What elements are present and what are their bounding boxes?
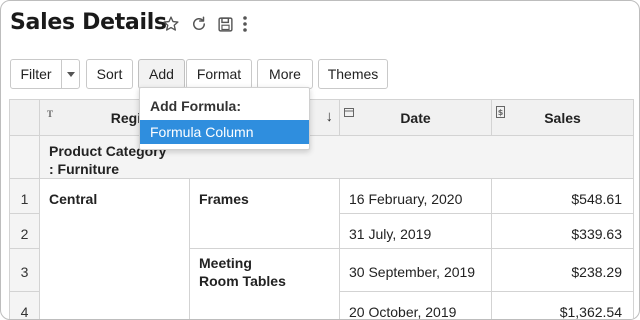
themes-button[interactable]: Themes — [318, 59, 388, 89]
date-cell: 31 July, 2019 — [349, 226, 432, 242]
svg-text:$: $ — [498, 108, 504, 117]
page-title: Sales Details — [10, 10, 167, 35]
product-cell: Frames — [199, 191, 249, 207]
date-cell: 16 February, 2020 — [349, 191, 463, 207]
star-icon[interactable] — [161, 14, 181, 34]
row-index: 2 — [20, 226, 29, 242]
data-table: T Region ↓ Date $ Sales Product Category… — [9, 99, 634, 320]
row-index: 1 — [20, 191, 29, 207]
sales-cell: $238.29 — [571, 264, 622, 280]
group-label-cell: Product Category : Furniture — [39, 135, 634, 179]
format-button[interactable]: Format — [186, 59, 252, 89]
sort-descending-icon[interactable]: ↓ — [326, 108, 334, 125]
date-cell: 20 October, 2019 — [349, 304, 457, 320]
app-window: Sales Details Filter Sort Add Format Mor… — [0, 0, 640, 320]
group-header-row: Product Category : Furniture — [9, 135, 634, 179]
add-formula-heading: Add Formula: — [150, 98, 241, 114]
text-type-icon: T — [47, 109, 54, 119]
formula-column-menu-item[interactable]: Formula Column — [140, 120, 309, 144]
row-index: 4 — [20, 304, 29, 320]
filter-dropdown-button[interactable] — [61, 59, 80, 89]
filter-button[interactable]: Filter — [10, 59, 62, 89]
sales-cell: $548.61 — [571, 191, 622, 207]
table-row[interactable]: 1 Central Frames 16 February, 2020 $548.… — [9, 178, 634, 319]
product-cell: Meeting Room Tables — [199, 255, 286, 289]
date-cell: 30 September, 2019 — [349, 264, 476, 280]
sort-button[interactable]: Sort — [86, 59, 133, 89]
caret-down-icon — [66, 71, 75, 77]
currency-type-icon: $ — [496, 106, 505, 120]
more-vertical-icon[interactable] — [239, 14, 251, 34]
region-cell: Central — [49, 191, 98, 207]
column-header-date[interactable]: Date — [339, 99, 492, 136]
sales-cell: $339.63 — [571, 226, 622, 242]
row-index — [9, 135, 40, 179]
add-button[interactable]: Add — [138, 59, 185, 89]
save-icon[interactable] — [215, 14, 235, 34]
row-index-header — [9, 99, 40, 136]
refresh-icon[interactable] — [189, 14, 209, 34]
sales-cell: $1,362.54 — [559, 304, 622, 320]
calendar-type-icon — [344, 107, 354, 119]
add-dropdown-menu: Add Formula: Formula Column — [139, 87, 310, 150]
table-header-row: T Region ↓ Date $ Sales — [9, 99, 634, 136]
more-button[interactable]: More — [257, 59, 313, 89]
row-index: 3 — [20, 264, 29, 280]
column-header-sales[interactable]: $ Sales — [491, 99, 634, 136]
